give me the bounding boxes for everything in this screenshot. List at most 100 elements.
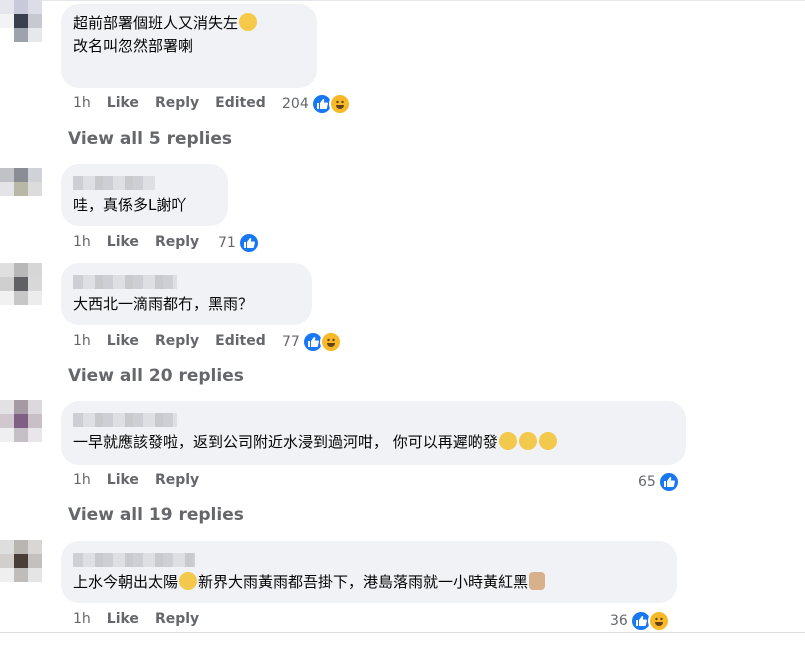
avatar[interactable] bbox=[0, 263, 42, 305]
avatar-pixel bbox=[14, 14, 28, 28]
avatar-pixel bbox=[0, 277, 14, 291]
avatar-pixel bbox=[28, 291, 42, 305]
avatar-pixel bbox=[0, 182, 14, 196]
laugh-emoji bbox=[239, 13, 258, 31]
timestamp[interactable]: 1h bbox=[73, 234, 91, 250]
eyeroll-emoji bbox=[538, 432, 557, 450]
avatar-pixel bbox=[0, 568, 14, 582]
avatar-pixel bbox=[0, 0, 14, 14]
comment-bubble: 大西北一滴雨都冇，黑雨？ bbox=[61, 263, 312, 325]
comment-text: 大西北一滴雨都冇，黑雨？ bbox=[73, 295, 254, 313]
smirk-emoji bbox=[179, 572, 198, 590]
avatar-pixel bbox=[28, 0, 42, 14]
avatar-pixel bbox=[28, 196, 42, 210]
avatar-pixel bbox=[28, 414, 42, 428]
avatar-pixel bbox=[14, 263, 28, 277]
timestamp[interactable]: 1h bbox=[73, 333, 91, 349]
reply-button[interactable]: Reply bbox=[155, 95, 199, 111]
avatar-pixel bbox=[14, 414, 28, 428]
author-name-blurred[interactable] bbox=[73, 275, 177, 289]
reaction-summary[interactable]: 36 bbox=[610, 610, 670, 632]
avatar-pixel bbox=[0, 291, 14, 305]
timestamp[interactable]: 1h bbox=[73, 472, 91, 488]
like-button[interactable]: Like bbox=[107, 611, 139, 627]
author-name-blurred[interactable] bbox=[73, 553, 195, 567]
like-button[interactable]: Like bbox=[107, 472, 139, 488]
like-button[interactable]: Like bbox=[107, 234, 139, 250]
comment-bubble: 哇，真係多L謝吖 bbox=[61, 164, 228, 226]
reaction-count: 71 bbox=[218, 235, 236, 251]
comment-actions: 1h Like Reply Edited bbox=[73, 95, 282, 111]
avatar[interactable] bbox=[0, 0, 42, 42]
avatar-pixel bbox=[28, 182, 42, 196]
avatar-pixel bbox=[0, 14, 14, 28]
avatar-pixel bbox=[0, 196, 14, 210]
avatar-pixel bbox=[28, 540, 42, 554]
author-name-blurred[interactable] bbox=[73, 176, 155, 190]
reply-button[interactable]: Reply bbox=[155, 611, 199, 627]
edited-label[interactable]: Edited bbox=[215, 95, 266, 111]
comment-text: 超前部署個班人又消失左 bbox=[73, 12, 305, 35]
view-replies-link[interactable]: View all 19 replies bbox=[68, 505, 244, 525]
avatar-pixel bbox=[0, 540, 14, 554]
reaction-summary[interactable]: 77 bbox=[282, 331, 342, 353]
avatar-pixel bbox=[28, 168, 42, 182]
avatar-pixel bbox=[28, 428, 42, 442]
reaction-summary[interactable]: 204 bbox=[282, 93, 351, 115]
reply-button[interactable]: Reply bbox=[155, 472, 199, 488]
comment-text: 改名叫忽然部署喇 bbox=[73, 37, 194, 55]
comment-bubble: 上水今朝出太陽 新界大雨黃雨都吾掛下，港島落雨就一小時黃紅黑 bbox=[61, 541, 677, 603]
timestamp[interactable]: 1h bbox=[73, 95, 91, 111]
avatar-pixel bbox=[14, 182, 28, 196]
comment-actions: 1h Like Reply Edited bbox=[73, 333, 282, 349]
bottom-divider bbox=[0, 632, 805, 633]
eyeroll-emoji bbox=[498, 432, 517, 450]
like-reaction-icon bbox=[657, 471, 680, 493]
avatar-pixel bbox=[14, 277, 28, 291]
haha-reaction-icon bbox=[647, 610, 670, 632]
eyeroll-emoji bbox=[518, 432, 537, 450]
like-button[interactable]: Like bbox=[107, 333, 139, 349]
avatar-pixel bbox=[0, 554, 14, 568]
reaction-summary[interactable]: 65 bbox=[638, 471, 680, 493]
avatar[interactable] bbox=[0, 400, 42, 442]
reaction-count: 36 bbox=[610, 613, 628, 629]
view-replies-link[interactable]: View all 20 replies bbox=[68, 366, 244, 386]
avatar-pixel bbox=[28, 400, 42, 414]
edited-label[interactable]: Edited bbox=[215, 333, 266, 349]
comment-actions: 1h Like Reply bbox=[73, 611, 215, 627]
avatar-pixel bbox=[0, 400, 14, 414]
avatar[interactable] bbox=[0, 540, 42, 582]
comment-bubble: 一早就應該發啦，返到公司附近水浸到過河咁， 你可以再遲啲發 bbox=[61, 401, 686, 465]
avatar-pixel bbox=[14, 568, 28, 582]
avatar-pixel bbox=[14, 0, 28, 14]
avatar-pixel bbox=[14, 428, 28, 442]
avatar-pixel bbox=[28, 28, 42, 42]
avatar-pixel bbox=[28, 14, 42, 28]
top-divider bbox=[0, 0, 805, 1]
avatar-pixel bbox=[0, 263, 14, 277]
comment-text: 上水今朝出太陽 新界大雨黃雨都吾掛下，港島落雨就一小時黃紅黑 bbox=[73, 571, 665, 594]
reply-button[interactable]: Reply bbox=[155, 333, 199, 349]
avatar-pixel bbox=[0, 28, 14, 42]
avatar-pixel bbox=[14, 196, 28, 210]
comment-actions: 1h Like Reply bbox=[73, 472, 215, 488]
avatar-pixel bbox=[14, 291, 28, 305]
author-name-blurred[interactable] bbox=[73, 413, 177, 427]
comment-text: 哇，真係多L謝吖 bbox=[73, 196, 187, 214]
comment-actions: 1h Like Reply bbox=[73, 234, 215, 250]
view-replies-link[interactable]: View all 5 replies bbox=[68, 129, 232, 149]
reaction-count: 77 bbox=[282, 334, 300, 350]
reaction-summary[interactable]: 71 bbox=[218, 232, 260, 254]
like-button[interactable]: Like bbox=[107, 95, 139, 111]
thumbs-up-emoji bbox=[529, 572, 546, 590]
comment-bubble: 超前部署個班人又消失左 改名叫忽然部署喇 bbox=[61, 4, 317, 88]
timestamp[interactable]: 1h bbox=[73, 611, 91, 627]
avatar-pixel bbox=[14, 28, 28, 42]
avatar-pixel bbox=[0, 168, 14, 182]
avatar-pixel bbox=[14, 554, 28, 568]
avatar[interactable] bbox=[0, 168, 42, 210]
reply-button[interactable]: Reply bbox=[155, 234, 199, 250]
avatar-pixel bbox=[28, 277, 42, 291]
avatar-pixel bbox=[28, 263, 42, 277]
